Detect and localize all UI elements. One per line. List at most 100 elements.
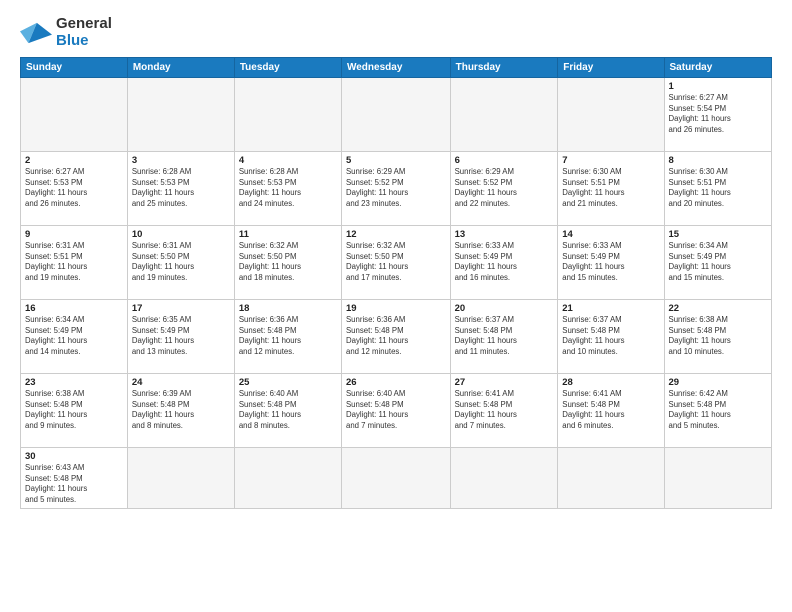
calendar-cell: 19Sunrise: 6:36 AMSunset: 5:48 PMDayligh… (341, 300, 450, 374)
calendar-cell (558, 78, 664, 152)
calendar-cell: 26Sunrise: 6:40 AMSunset: 5:48 PMDayligh… (341, 374, 450, 448)
day-number: 30 (25, 451, 123, 462)
calendar-cell: 5Sunrise: 6:29 AMSunset: 5:52 PMDaylight… (341, 152, 450, 226)
calendar-cell: 10Sunrise: 6:31 AMSunset: 5:50 PMDayligh… (127, 226, 234, 300)
day-info: Sunrise: 6:39 AMSunset: 5:48 PMDaylight:… (132, 389, 230, 431)
day-info: Sunrise: 6:31 AMSunset: 5:51 PMDaylight:… (25, 241, 123, 283)
day-number: 10 (132, 229, 230, 240)
calendar-cell: 29Sunrise: 6:42 AMSunset: 5:48 PMDayligh… (664, 374, 771, 448)
calendar-cell: 7Sunrise: 6:30 AMSunset: 5:51 PMDaylight… (558, 152, 664, 226)
weekday-header: Thursday (450, 58, 558, 78)
day-number: 26 (346, 377, 446, 388)
calendar-cell (450, 448, 558, 509)
day-info: Sunrise: 6:36 AMSunset: 5:48 PMDaylight:… (346, 315, 446, 357)
day-info: Sunrise: 6:35 AMSunset: 5:49 PMDaylight:… (132, 315, 230, 357)
calendar-cell (234, 78, 341, 152)
weekday-header: Tuesday (234, 58, 341, 78)
calendar-cell: 17Sunrise: 6:35 AMSunset: 5:49 PMDayligh… (127, 300, 234, 374)
calendar-cell (127, 448, 234, 509)
calendar-cell: 27Sunrise: 6:41 AMSunset: 5:48 PMDayligh… (450, 374, 558, 448)
day-number: 5 (346, 155, 446, 166)
day-number: 3 (132, 155, 230, 166)
day-info: Sunrise: 6:38 AMSunset: 5:48 PMDaylight:… (25, 389, 123, 431)
calendar-cell: 8Sunrise: 6:30 AMSunset: 5:51 PMDaylight… (664, 152, 771, 226)
day-info: Sunrise: 6:27 AMSunset: 5:53 PMDaylight:… (25, 167, 123, 209)
day-info: Sunrise: 6:36 AMSunset: 5:48 PMDaylight:… (239, 315, 337, 357)
day-info: Sunrise: 6:37 AMSunset: 5:48 PMDaylight:… (455, 315, 554, 357)
day-number: 17 (132, 303, 230, 314)
day-number: 23 (25, 377, 123, 388)
calendar-cell (21, 78, 128, 152)
calendar-cell: 1Sunrise: 6:27 AMSunset: 5:54 PMDaylight… (664, 78, 771, 152)
day-number: 22 (669, 303, 767, 314)
day-info: Sunrise: 6:37 AMSunset: 5:48 PMDaylight:… (562, 315, 659, 357)
calendar-cell (127, 78, 234, 152)
calendar-cell: 25Sunrise: 6:40 AMSunset: 5:48 PMDayligh… (234, 374, 341, 448)
day-info: Sunrise: 6:34 AMSunset: 5:49 PMDaylight:… (25, 315, 123, 357)
day-number: 21 (562, 303, 659, 314)
calendar-cell: 16Sunrise: 6:34 AMSunset: 5:49 PMDayligh… (21, 300, 128, 374)
logo-text: General Blue (56, 16, 112, 49)
day-number: 19 (346, 303, 446, 314)
weekday-header: Wednesday (341, 58, 450, 78)
calendar-cell: 24Sunrise: 6:39 AMSunset: 5:48 PMDayligh… (127, 374, 234, 448)
day-number: 1 (669, 81, 767, 92)
day-info: Sunrise: 6:28 AMSunset: 5:53 PMDaylight:… (132, 167, 230, 209)
page: General Blue SundayMondayTuesdayWednesda… (0, 0, 792, 612)
calendar-cell: 21Sunrise: 6:37 AMSunset: 5:48 PMDayligh… (558, 300, 664, 374)
calendar-cell: 22Sunrise: 6:38 AMSunset: 5:48 PMDayligh… (664, 300, 771, 374)
calendar-cell (341, 78, 450, 152)
calendar-cell: 2Sunrise: 6:27 AMSunset: 5:53 PMDaylight… (21, 152, 128, 226)
calendar-cell (341, 448, 450, 509)
calendar-cell: 20Sunrise: 6:37 AMSunset: 5:48 PMDayligh… (450, 300, 558, 374)
calendar-cell: 18Sunrise: 6:36 AMSunset: 5:48 PMDayligh… (234, 300, 341, 374)
day-info: Sunrise: 6:32 AMSunset: 5:50 PMDaylight:… (346, 241, 446, 283)
logo-icon (20, 19, 52, 47)
weekday-header: Monday (127, 58, 234, 78)
day-number: 6 (455, 155, 554, 166)
day-number: 29 (669, 377, 767, 388)
calendar-cell: 12Sunrise: 6:32 AMSunset: 5:50 PMDayligh… (341, 226, 450, 300)
day-info: Sunrise: 6:29 AMSunset: 5:52 PMDaylight:… (455, 167, 554, 209)
day-number: 24 (132, 377, 230, 388)
calendar-cell: 14Sunrise: 6:33 AMSunset: 5:49 PMDayligh… (558, 226, 664, 300)
day-info: Sunrise: 6:43 AMSunset: 5:48 PMDaylight:… (25, 463, 123, 505)
calendar-cell (234, 448, 341, 509)
calendar-cell (558, 448, 664, 509)
calendar-table: SundayMondayTuesdayWednesdayThursdayFrid… (20, 57, 772, 509)
day-number: 8 (669, 155, 767, 166)
day-info: Sunrise: 6:42 AMSunset: 5:48 PMDaylight:… (669, 389, 767, 431)
day-number: 12 (346, 229, 446, 240)
day-info: Sunrise: 6:34 AMSunset: 5:49 PMDaylight:… (669, 241, 767, 283)
day-info: Sunrise: 6:40 AMSunset: 5:48 PMDaylight:… (239, 389, 337, 431)
day-number: 14 (562, 229, 659, 240)
calendar-cell: 28Sunrise: 6:41 AMSunset: 5:48 PMDayligh… (558, 374, 664, 448)
day-number: 16 (25, 303, 123, 314)
calendar-cell: 4Sunrise: 6:28 AMSunset: 5:53 PMDaylight… (234, 152, 341, 226)
calendar-cell (450, 78, 558, 152)
day-number: 13 (455, 229, 554, 240)
day-info: Sunrise: 6:40 AMSunset: 5:48 PMDaylight:… (346, 389, 446, 431)
day-info: Sunrise: 6:30 AMSunset: 5:51 PMDaylight:… (669, 167, 767, 209)
weekday-header: Sunday (21, 58, 128, 78)
day-info: Sunrise: 6:33 AMSunset: 5:49 PMDaylight:… (562, 241, 659, 283)
day-info: Sunrise: 6:30 AMSunset: 5:51 PMDaylight:… (562, 167, 659, 209)
day-number: 20 (455, 303, 554, 314)
day-number: 11 (239, 229, 337, 240)
day-number: 25 (239, 377, 337, 388)
day-info: Sunrise: 6:28 AMSunset: 5:53 PMDaylight:… (239, 167, 337, 209)
day-info: Sunrise: 6:33 AMSunset: 5:49 PMDaylight:… (455, 241, 554, 283)
day-number: 9 (25, 229, 123, 240)
header: General Blue (20, 16, 772, 49)
day-info: Sunrise: 6:29 AMSunset: 5:52 PMDaylight:… (346, 167, 446, 209)
day-info: Sunrise: 6:31 AMSunset: 5:50 PMDaylight:… (132, 241, 230, 283)
day-number: 4 (239, 155, 337, 166)
day-info: Sunrise: 6:41 AMSunset: 5:48 PMDaylight:… (562, 389, 659, 431)
calendar-cell: 9Sunrise: 6:31 AMSunset: 5:51 PMDaylight… (21, 226, 128, 300)
weekday-header: Friday (558, 58, 664, 78)
logo: General Blue (20, 16, 112, 49)
calendar-cell: 15Sunrise: 6:34 AMSunset: 5:49 PMDayligh… (664, 226, 771, 300)
day-number: 15 (669, 229, 767, 240)
calendar-cell: 3Sunrise: 6:28 AMSunset: 5:53 PMDaylight… (127, 152, 234, 226)
calendar-cell: 30Sunrise: 6:43 AMSunset: 5:48 PMDayligh… (21, 448, 128, 509)
